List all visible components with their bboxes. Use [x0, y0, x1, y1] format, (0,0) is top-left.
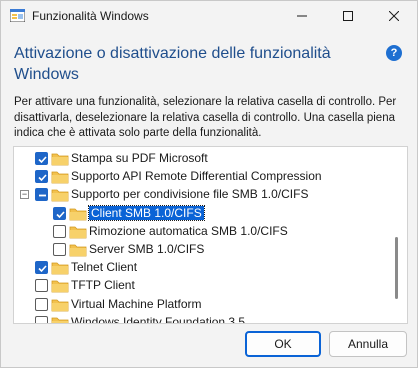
feature-label: Stampa su PDF Microsoft	[71, 151, 208, 165]
feature-row[interactable]: − Supporto per condivisione file SMB 1.0/…	[14, 186, 394, 204]
folder-icon	[69, 224, 87, 239]
close-icon	[389, 11, 399, 21]
feature-row[interactable]: Stampa su PDF Microsoft	[14, 150, 394, 168]
close-button[interactable]	[371, 1, 417, 31]
page-heading: Attivazione o disattivazione delle funzi…	[14, 45, 331, 83]
feature-checkbox[interactable]	[35, 261, 48, 275]
folder-icon	[51, 187, 69, 202]
folder-icon	[51, 169, 69, 184]
tree-scrollbar[interactable]	[395, 237, 398, 299]
feature-checkbox[interactable]	[53, 243, 66, 256]
feature-checkbox[interactable]	[35, 315, 48, 323]
feature-checkbox[interactable]	[35, 152, 48, 165]
feature-row[interactable]: Server SMB 1.0/CIFS	[14, 241, 394, 259]
ok-button[interactable]: OK	[245, 331, 321, 357]
feature-row[interactable]: TFTP Client	[14, 277, 394, 295]
feature-row[interactable]: Telnet Client	[14, 259, 394, 277]
title-bar[interactable]: Funzionalità Windows	[1, 1, 417, 31]
feature-label: Server SMB 1.0/CIFS	[89, 242, 205, 256]
feature-label: Client SMB 1.0/CIFS	[88, 204, 205, 221]
features-tree[interactable]: Stampa su PDF Microsoft Supporto API Remo…	[13, 146, 408, 324]
feature-label: Supporto API Remote Differential Compres…	[71, 169, 322, 184]
folder-icon	[51, 297, 69, 312]
feature-label: TFTP Client	[71, 278, 135, 293]
feature-checkbox[interactable]	[53, 206, 66, 220]
feature-row[interactable]: Virtual Machine Platform	[14, 296, 394, 314]
feature-checkbox[interactable]	[35, 188, 48, 202]
folder-icon	[51, 278, 69, 293]
feature-row[interactable]: Windows Identity Foundation 3.5	[14, 314, 394, 324]
minimize-button[interactable]	[279, 1, 325, 31]
features-dialog: Funzionalità Windows Attivazione o disat…	[0, 0, 418, 368]
feature-row[interactable]: Supporto API Remote Differential Compres…	[14, 168, 394, 186]
feature-label: Virtual Machine Platform	[71, 296, 202, 311]
feature-row[interactable]: Rimozione automatica SMB 1.0/CIFS	[14, 223, 394, 241]
help-icon[interactable]: ?	[386, 45, 402, 61]
folder-icon	[51, 151, 69, 166]
collapse-expander[interactable]: −	[20, 190, 29, 200]
instructions-text: Per attivare una funzionalità, seleziona…	[14, 96, 397, 139]
feature-label: Telnet Client	[71, 260, 138, 275]
cancel-button[interactable]: Annulla	[329, 331, 407, 357]
folder-icon	[69, 242, 87, 257]
feature-row[interactable]: Client SMB 1.0/CIFS	[14, 204, 394, 223]
feature-label: Supporto per condivisione file SMB 1.0/C…	[71, 187, 309, 202]
feature-checkbox[interactable]	[35, 279, 48, 293]
window-title: Funzionalità Windows	[32, 9, 149, 23]
folder-icon	[51, 315, 69, 323]
feature-checkbox[interactable]	[35, 297, 48, 311]
feature-label: Windows Identity Foundation 3.5	[71, 314, 246, 324]
feature-checkbox[interactable]	[53, 224, 66, 238]
folder-icon	[69, 206, 87, 221]
minimize-icon	[297, 15, 307, 17]
folder-icon	[51, 260, 69, 275]
maximize-button[interactable]	[325, 1, 371, 31]
feature-checkbox[interactable]	[35, 170, 48, 184]
maximize-icon	[343, 11, 353, 21]
windows-features-icon	[9, 8, 26, 23]
feature-label: Rimozione automatica SMB 1.0/CIFS	[89, 223, 288, 238]
